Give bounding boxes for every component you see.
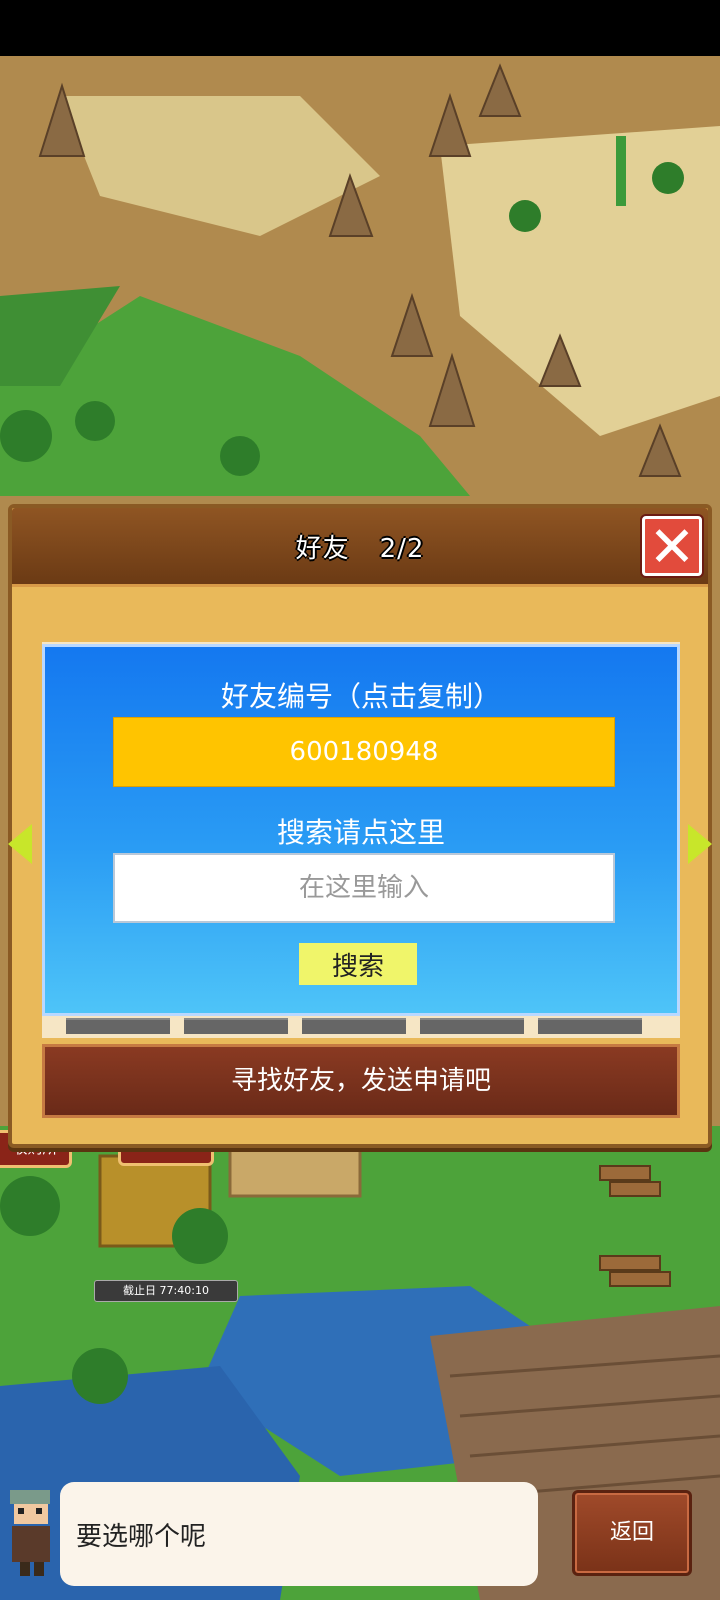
friend-id-label: 好友编号（点击复制） [220,680,501,713]
dialog-header: 好友 2/2 [12,508,708,587]
close-button[interactable]: ✕ [642,515,702,580]
friend-id-copy-button[interactable]: 600180948 [113,717,615,787]
close-icon: ✕ [648,515,696,580]
search-input[interactable] [113,853,615,923]
friend-id-panel: 好友编号（点击复制） 600180948 搜索请点这里 搜索 [42,644,680,1016]
prev-page-arrow-icon[interactable] [8,824,32,864]
next-page-arrow-icon[interactable] [688,824,712,864]
chat-message: 要选哪个呢 [76,1522,207,1552]
dialog-title: 好友 2/2 [12,528,708,565]
friend-dialog: 好友 2/2 ✕ 好友编号（点击复制） 600180948 搜索请点这里 搜索 寻… [8,504,712,1148]
find-friends-banner: 寻找好友，发送申请吧 [42,1044,680,1118]
back-button[interactable]: 返回 [572,1490,692,1576]
character-avatar [10,1490,50,1576]
friend-slot-strip-bottom [42,1014,680,1038]
friend-count: 2/2 [379,534,425,564]
status-bar [0,0,720,56]
deadline-timer: 截止日 77:40:10 [94,1280,238,1302]
search-button[interactable]: 搜索 [299,943,417,985]
search-label: 搜索请点这里 [276,816,445,849]
chat-bubble: 要选哪个呢 [60,1482,538,1586]
dialog-title-text: 好友 [295,534,350,564]
